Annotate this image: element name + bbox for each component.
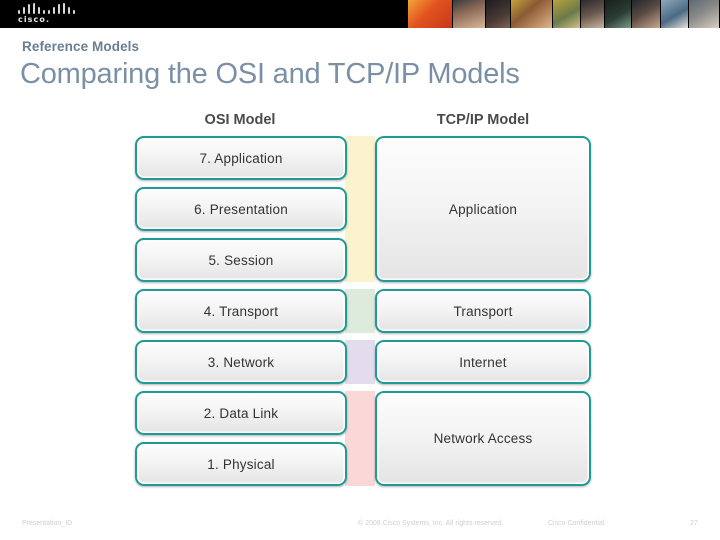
photo-tile <box>580 0 606 28</box>
photo-tile <box>605 0 632 28</box>
osi-layer-label: 7. Application <box>199 150 283 166</box>
osi-layer-label: 4. Transport <box>203 303 279 319</box>
tcpip-layer-label: Transport <box>453 303 513 319</box>
slide-footer: Presentation_ID © 2008 Cisco Systems, In… <box>0 520 720 534</box>
photo-tile <box>485 0 511 28</box>
cisco-logo: cisco. <box>16 3 92 26</box>
photo-tile <box>408 0 454 28</box>
footer-page-number: 27 <box>690 520 698 527</box>
footer-presentation-id: Presentation_ID <box>22 520 73 527</box>
tcpip-layer-box[interactable]: Transport <box>375 289 591 333</box>
photo-tile <box>688 0 720 28</box>
osi-column-heading: OSI Model <box>204 112 276 128</box>
osi-layer-label: 3. Network <box>207 354 275 370</box>
tcpip-layer-label: Application <box>448 201 518 217</box>
osi-layer-box[interactable]: 2. Data Link <box>135 391 347 435</box>
osi-layer-box[interactable]: 3. Network <box>135 340 347 384</box>
osi-layer-box[interactable]: 5. Session <box>135 238 347 282</box>
cisco-wordmark: cisco. <box>18 15 51 24</box>
tcpip-column-heading: TCP/IP Model <box>436 112 530 128</box>
osi-layer-box[interactable]: 1. Physical <box>135 442 347 486</box>
osi-layer-label: 6. Presentation <box>194 201 288 217</box>
tcpip-layer-box[interactable]: Network Access <box>375 391 591 486</box>
tcpip-layer-box[interactable]: Internet <box>375 340 591 384</box>
photo-tile <box>552 0 581 28</box>
osi-layer-label: 5. Session <box>208 252 274 268</box>
people-photo-strip <box>408 0 720 28</box>
footer-copyright: © 2008 Cisco Systems, Inc. All rights re… <box>358 520 504 527</box>
osi-layer-box[interactable]: 6. Presentation <box>135 187 347 231</box>
tcpip-layer-label: Internet <box>459 354 507 370</box>
tcpip-layer-label: Network Access <box>433 431 533 446</box>
photo-tile <box>631 0 662 28</box>
band-internet <box>345 340 375 384</box>
osi-layer-label: 1. Physical <box>207 456 275 472</box>
photo-tile <box>453 0 486 28</box>
osi-layer-box[interactable]: 7. Application <box>135 136 347 180</box>
footer-confidentiality: Cisco Confidential <box>548 520 605 527</box>
cisco-bridge-icon <box>18 3 78 14</box>
header-bar: cisco. <box>0 0 720 28</box>
osi-layer-label: 2. Data Link <box>203 405 279 421</box>
slide-eyebrow: Reference Models <box>22 39 140 54</box>
photo-tile <box>510 0 553 28</box>
band-application <box>345 136 375 282</box>
tcpip-layer-box[interactable]: Application <box>375 136 591 282</box>
photo-tile <box>661 0 689 28</box>
page-title: Comparing the OSI and TCP/IP Models <box>20 58 520 90</box>
osi-layer-box[interactable]: 4. Transport <box>135 289 347 333</box>
osi-tcpip-comparison-diagram: OSI Model TCP/IP Model 7. Application 6. … <box>135 112 591 504</box>
band-transport <box>345 289 375 333</box>
mapping-color-bands <box>345 136 375 493</box>
band-network-access <box>345 391 375 486</box>
